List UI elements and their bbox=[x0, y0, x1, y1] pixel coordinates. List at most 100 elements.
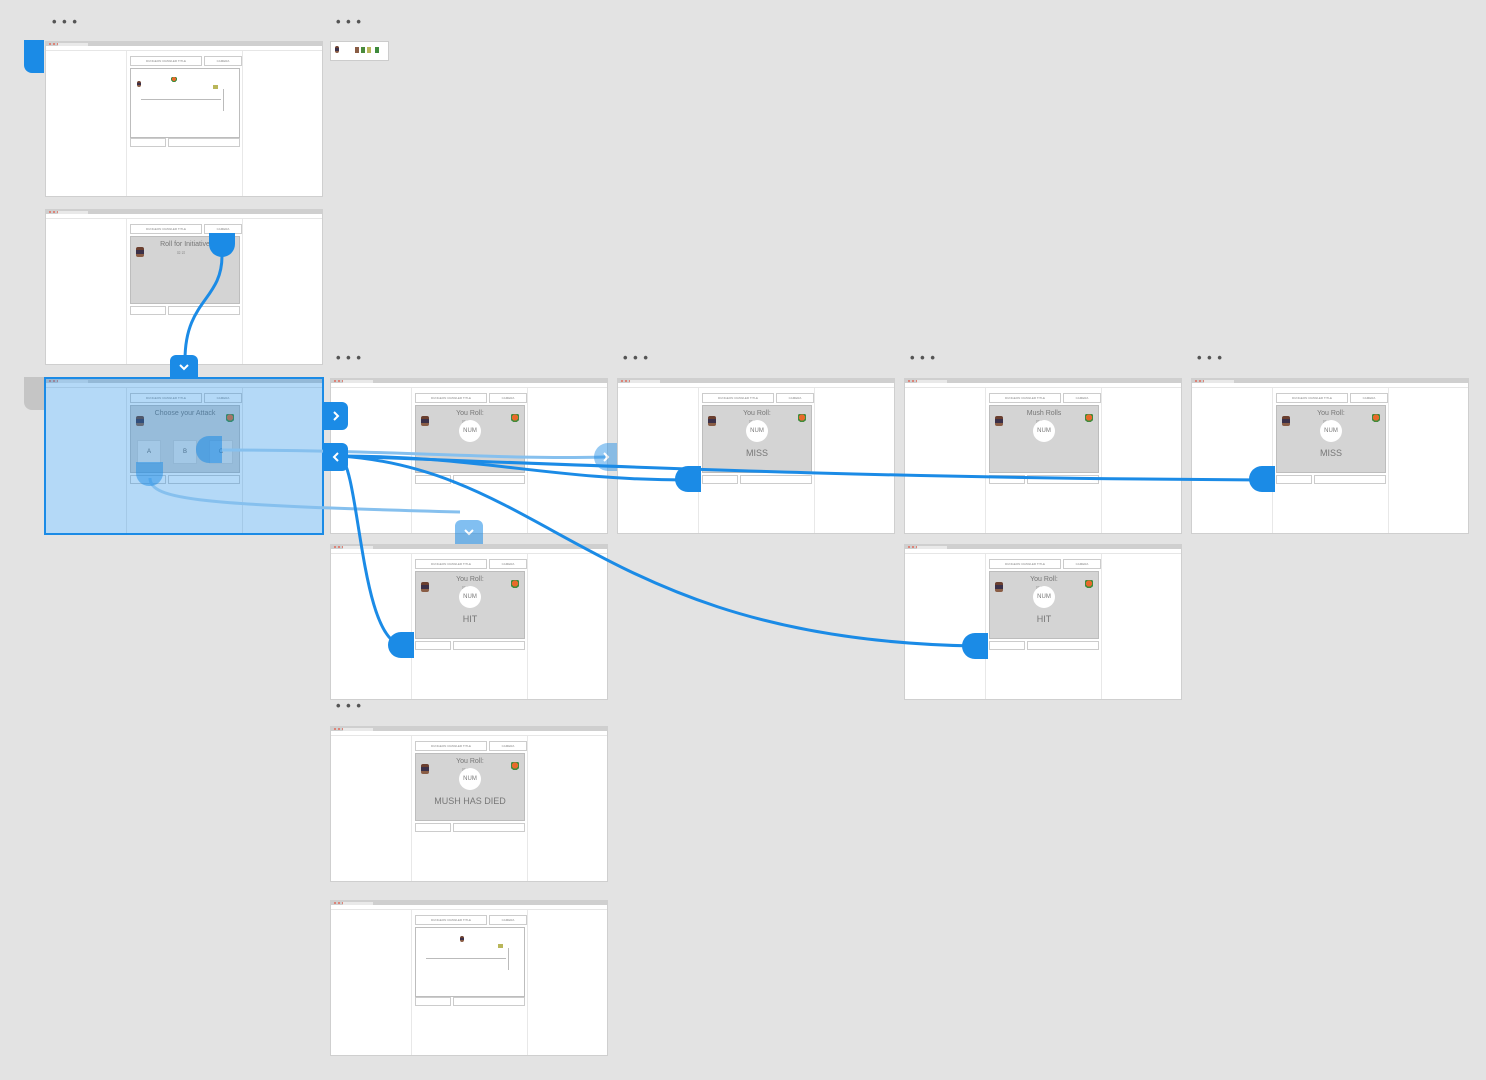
goblin-icon bbox=[213, 85, 218, 89]
sprite-palette[interactable] bbox=[330, 41, 389, 61]
action-button-right[interactable] bbox=[453, 475, 525, 484]
artboard-end-map[interactable]: DUNGEON CRAWLER TITLE CAMERA bbox=[330, 900, 608, 1056]
game-title-button[interactable]: DUNGEON CRAWLER TITLE bbox=[415, 741, 487, 751]
roll-result: HIT bbox=[1036, 614, 1052, 624]
action-button-left[interactable] bbox=[130, 306, 166, 315]
roll-result: MUSH HAS DIED bbox=[434, 796, 506, 806]
game-title-button[interactable]: DUNGEON CRAWLER TITLE bbox=[1276, 393, 1348, 403]
flow-start-tab-inactive[interactable] bbox=[24, 377, 44, 410]
chevron-left-icon[interactable] bbox=[323, 443, 348, 471]
mush-sprite-icon bbox=[511, 414, 519, 424]
mush-sprite-icon bbox=[1372, 414, 1380, 424]
chevron-right-icon[interactable] bbox=[594, 443, 617, 471]
camera-button[interactable]: CAMERA bbox=[489, 559, 527, 569]
goblin-icon bbox=[498, 944, 503, 948]
artboard-you-roll-hit-2[interactable]: DUNGEON CRAWLER TITLE CAMERA You Roll: ⚄… bbox=[904, 544, 1182, 700]
link-target-handle[interactable] bbox=[1249, 466, 1275, 492]
game-title-button[interactable]: DUNGEON CRAWLER TITLE bbox=[415, 393, 487, 403]
hero-sprite-icon bbox=[136, 247, 144, 257]
camera-button[interactable]: CAMERA bbox=[489, 915, 527, 925]
action-button-right[interactable] bbox=[453, 641, 525, 650]
game-title-button[interactable]: DUNGEON CRAWLER TITLE bbox=[702, 393, 774, 403]
artboard-you-roll-miss[interactable]: DUNGEON CRAWLER TITLE CAMERA You Roll: ⚄… bbox=[617, 378, 895, 534]
action-button-right[interactable] bbox=[453, 997, 525, 1006]
artboard-you-roll[interactable]: DUNGEON CRAWLER TITLE CAMERA You Roll: ⚄… bbox=[330, 378, 608, 534]
battle-stage: You Roll: ⚄ ⚂ NUM bbox=[415, 405, 525, 473]
camera-button[interactable]: CAMERA bbox=[1063, 559, 1101, 569]
stage-title: You Roll: bbox=[743, 410, 771, 417]
link-hotspot-handle[interactable] bbox=[136, 462, 163, 486]
hero-sprite-icon bbox=[137, 81, 141, 87]
action-button-right[interactable] bbox=[168, 306, 240, 315]
link-target-handle[interactable] bbox=[962, 633, 988, 659]
battle-stage: You Roll: ⚄ ⚂ NUM MISS bbox=[702, 405, 812, 473]
action-button-right[interactable] bbox=[168, 138, 240, 147]
artboard-menu-dots[interactable]: • • • bbox=[623, 351, 649, 364]
action-button-left[interactable] bbox=[702, 475, 738, 484]
camera-button[interactable]: CAMERA bbox=[204, 56, 242, 66]
link-target-handle[interactable] bbox=[675, 466, 701, 492]
artboard-you-roll-hit[interactable]: DUNGEON CRAWLER TITLE CAMERA You Roll: ⚄… bbox=[330, 544, 608, 700]
artboard-menu-dots[interactable]: • • • bbox=[336, 15, 362, 28]
artboard-menu-dots[interactable]: • • • bbox=[336, 351, 362, 364]
roll-number: NUM bbox=[1033, 586, 1055, 608]
action-button-right[interactable] bbox=[740, 475, 812, 484]
link-target-handle[interactable] bbox=[388, 632, 414, 658]
camera-button[interactable]: CAMERA bbox=[1350, 393, 1388, 403]
artboard-menu-dots[interactable]: • • • bbox=[910, 351, 936, 364]
hero-sprite-icon bbox=[708, 416, 716, 426]
game-title-button[interactable]: DUNGEON CRAWLER TITLE bbox=[415, 559, 487, 569]
game-title-button[interactable]: DUNGEON CRAWLER TITLE bbox=[989, 393, 1061, 403]
action-button-left[interactable] bbox=[130, 138, 166, 147]
game-title-button[interactable]: DUNGEON CRAWLER TITLE bbox=[130, 56, 202, 66]
stage-title: You Roll: bbox=[456, 410, 484, 417]
flow-start-tab[interactable] bbox=[24, 40, 44, 73]
artboard-menu-dots[interactable]: • • • bbox=[52, 15, 78, 28]
stage-title: You Roll: bbox=[1317, 410, 1345, 417]
camera-button[interactable]: CAMERA bbox=[489, 393, 527, 403]
artboard-menu-dots[interactable]: • • • bbox=[336, 699, 362, 712]
action-button-left[interactable] bbox=[989, 475, 1025, 484]
action-button-left[interactable] bbox=[415, 475, 451, 484]
action-button-right[interactable] bbox=[1314, 475, 1386, 484]
roll-number: NUM bbox=[746, 420, 768, 442]
dice-icon: ⚄ ⚂ bbox=[177, 250, 186, 255]
battle-stage: You Roll: ⚄ ⚂ NUM HIT bbox=[415, 571, 525, 639]
selection-highlight bbox=[45, 378, 323, 534]
artboard-mush-rolls[interactable]: DUNGEON CRAWLER TITLE CAMERA Mush Rolls … bbox=[904, 378, 1182, 534]
chevron-down-icon[interactable] bbox=[170, 355, 198, 378]
prototype-canvas[interactable]: • • • • • • • • • • • • • • • • • • • • … bbox=[0, 0, 1486, 1080]
roll-number: NUM bbox=[459, 586, 481, 608]
hero-sprite-icon bbox=[421, 764, 429, 774]
artboard-menu-dots[interactable]: • • • bbox=[1197, 351, 1223, 364]
browser-addressbar bbox=[46, 46, 322, 51]
game-title-button[interactable]: DUNGEON CRAWLER TITLE bbox=[989, 559, 1061, 569]
action-button-left[interactable] bbox=[415, 641, 451, 650]
stage-title: You Roll: bbox=[456, 576, 484, 583]
map-stage bbox=[415, 927, 525, 997]
action-button-right[interactable] bbox=[1027, 641, 1099, 650]
chevron-right-icon[interactable] bbox=[323, 402, 348, 430]
action-button-right[interactable] bbox=[1027, 475, 1099, 484]
game-title-button[interactable]: DUNGEON CRAWLER TITLE bbox=[130, 224, 202, 234]
chevron-down-icon[interactable] bbox=[455, 520, 483, 544]
link-hotspot-handle[interactable] bbox=[196, 436, 222, 463]
stage-title: You Roll: bbox=[456, 758, 484, 765]
artboard-initiative[interactable]: DUNGEON CRAWLER TITLE CAMERA Roll for In… bbox=[45, 209, 323, 365]
action-button-left[interactable] bbox=[989, 641, 1025, 650]
camera-button[interactable]: CAMERA bbox=[1063, 393, 1101, 403]
action-button-left[interactable] bbox=[1276, 475, 1312, 484]
action-button-left[interactable] bbox=[415, 997, 451, 1006]
mush-sprite-icon bbox=[171, 77, 177, 83]
artboard-you-roll-miss-2[interactable]: DUNGEON CRAWLER TITLE CAMERA You Roll: ⚄… bbox=[1191, 378, 1469, 534]
artboard-mush-has-died[interactable]: DUNGEON CRAWLER TITLE CAMERA You Roll: ⚄… bbox=[330, 726, 608, 882]
mush-sprite-icon bbox=[1085, 580, 1093, 590]
camera-button[interactable]: CAMERA bbox=[489, 741, 527, 751]
camera-button[interactable]: CAMERA bbox=[776, 393, 814, 403]
artboard-start-map[interactable]: DUNGEON CRAWLER TITLE CAMERA bbox=[45, 41, 323, 197]
roll-result: HIT bbox=[462, 614, 478, 624]
goblin-icon bbox=[367, 47, 371, 53]
action-button-left[interactable] bbox=[415, 823, 451, 832]
game-title-button[interactable]: DUNGEON CRAWLER TITLE bbox=[415, 915, 487, 925]
action-button-right[interactable] bbox=[453, 823, 525, 832]
